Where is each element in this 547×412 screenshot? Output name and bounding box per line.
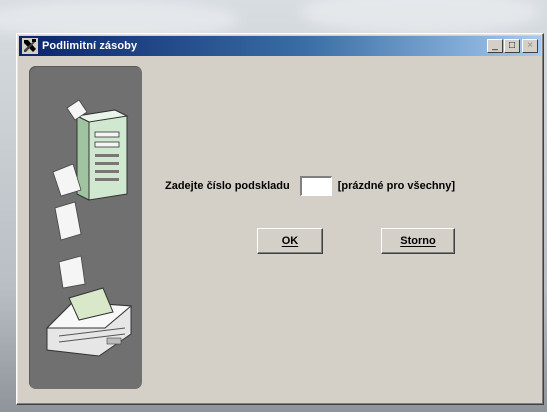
printer-icon bbox=[45, 287, 133, 357]
window-title: Podlimitní zásoby bbox=[42, 40, 138, 52]
warehouse-prompt-label: Zadejte číslo podskladu bbox=[165, 180, 290, 192]
warehouse-prompt-row: Zadejte číslo podskladu [prázdné pro vše… bbox=[165, 176, 455, 196]
ok-button[interactable]: OK bbox=[257, 228, 323, 254]
warehouse-hint-label: [prázdné pro všechny] bbox=[337, 180, 456, 192]
cancel-button[interactable]: Storno bbox=[381, 228, 455, 254]
warehouse-number-input[interactable] bbox=[299, 176, 332, 196]
computer-printer-papers-icon bbox=[45, 99, 133, 357]
side-illustration-panel bbox=[29, 66, 142, 389]
ok-button-label: OK bbox=[281, 235, 299, 247]
background-cloud bbox=[300, 0, 540, 35]
computer-tower-icon bbox=[75, 109, 129, 201]
maximize-button[interactable]: □ bbox=[504, 39, 520, 53]
close-button[interactable]: × bbox=[522, 39, 538, 53]
minimize-button[interactable]: _ bbox=[487, 39, 503, 53]
dialog-window: Podlimitní zásoby _ □ × Zadejte číslo po… bbox=[16, 33, 544, 405]
title-bar[interactable]: Podlimitní zásoby _ □ × bbox=[19, 36, 541, 56]
window-controls: _ □ × bbox=[486, 39, 538, 53]
tools-icon[interactable] bbox=[22, 38, 38, 54]
cancel-button-label: Storno bbox=[400, 235, 436, 247]
